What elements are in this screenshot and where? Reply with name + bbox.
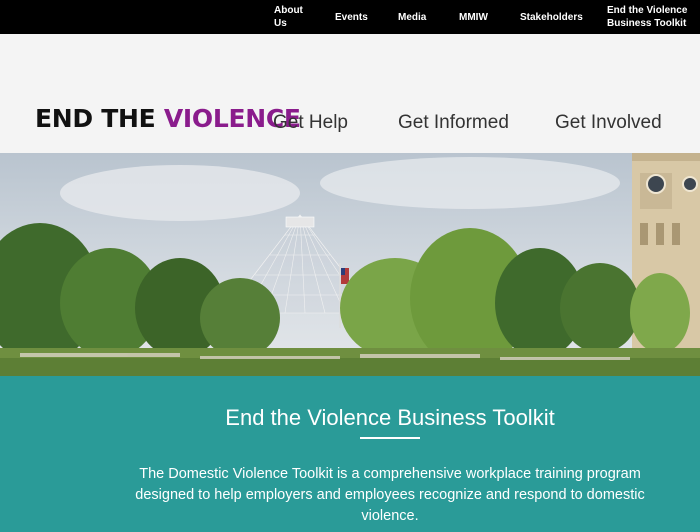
section-description: The Domestic Violence Toolkit is a compr…	[135, 466, 645, 524]
top-nav-about-us[interactable]: About Us	[274, 4, 304, 30]
top-nav-media[interactable]: Media	[398, 11, 426, 24]
site-logo[interactable]: END THE VIOLENCE	[35, 104, 301, 134]
site-header: END THE VIOLENCE Get Help Get Informed G…	[0, 34, 700, 153]
top-nav-stakeholders[interactable]: Stakeholders	[520, 11, 583, 24]
main-nav-get-help[interactable]: Get Help	[273, 111, 348, 135]
top-nav-business-toolkit[interactable]: End the Violence Business Toolkit	[607, 4, 697, 30]
park-scene-illustration	[0, 153, 700, 376]
top-nav-events[interactable]: Events	[335, 11, 368, 24]
top-nav-mmiw[interactable]: MMIW	[459, 11, 488, 24]
toolkit-section: End the Violence Business Toolkit The Do…	[0, 376, 700, 532]
section-title: End the Violence Business Toolkit	[225, 405, 555, 430]
title-divider	[360, 437, 420, 439]
main-nav-get-involved[interactable]: Get Involved	[555, 111, 662, 135]
logo-text-end-the: END THE	[35, 104, 164, 133]
hero-image	[0, 153, 700, 376]
main-nav-get-informed[interactable]: Get Informed	[398, 111, 509, 135]
top-nav: About Us Events Media MMIW Stakeholders …	[0, 0, 700, 34]
